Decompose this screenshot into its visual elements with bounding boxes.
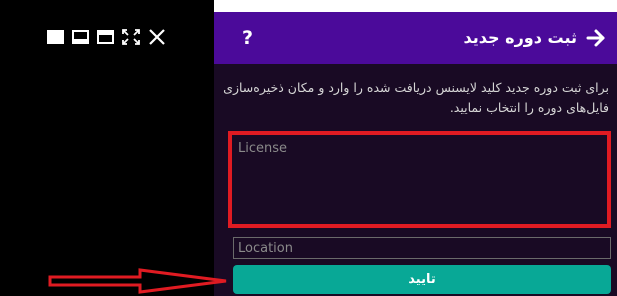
page-title: ثبت دوره جدید <box>463 28 577 47</box>
location-input[interactable] <box>233 237 611 259</box>
confirm-button[interactable]: تایید <box>233 265 611 294</box>
panel-header: ثبت دوره جدید ? <box>214 12 617 64</box>
dock-top-icon[interactable] <box>97 30 114 44</box>
expand-icon[interactable] <box>122 29 140 45</box>
dock-bottom-icon[interactable] <box>72 30 89 44</box>
window-controls <box>47 27 166 47</box>
left-black-pane <box>0 0 214 296</box>
license-input[interactable] <box>236 139 609 223</box>
annotation-arrow-icon <box>48 268 227 294</box>
instructions-text: برای ثبت دوره جدید کلید لایسنس دریافت شد… <box>223 80 609 115</box>
arrow-right-icon[interactable] <box>585 27 607 49</box>
close-icon[interactable] <box>148 29 166 45</box>
new-course-panel: ثبت دوره جدید ? برای ثبت دوره جدید کلید … <box>214 12 617 296</box>
help-button[interactable]: ? <box>242 12 253 64</box>
fullscreen-icon[interactable] <box>47 30 64 44</box>
